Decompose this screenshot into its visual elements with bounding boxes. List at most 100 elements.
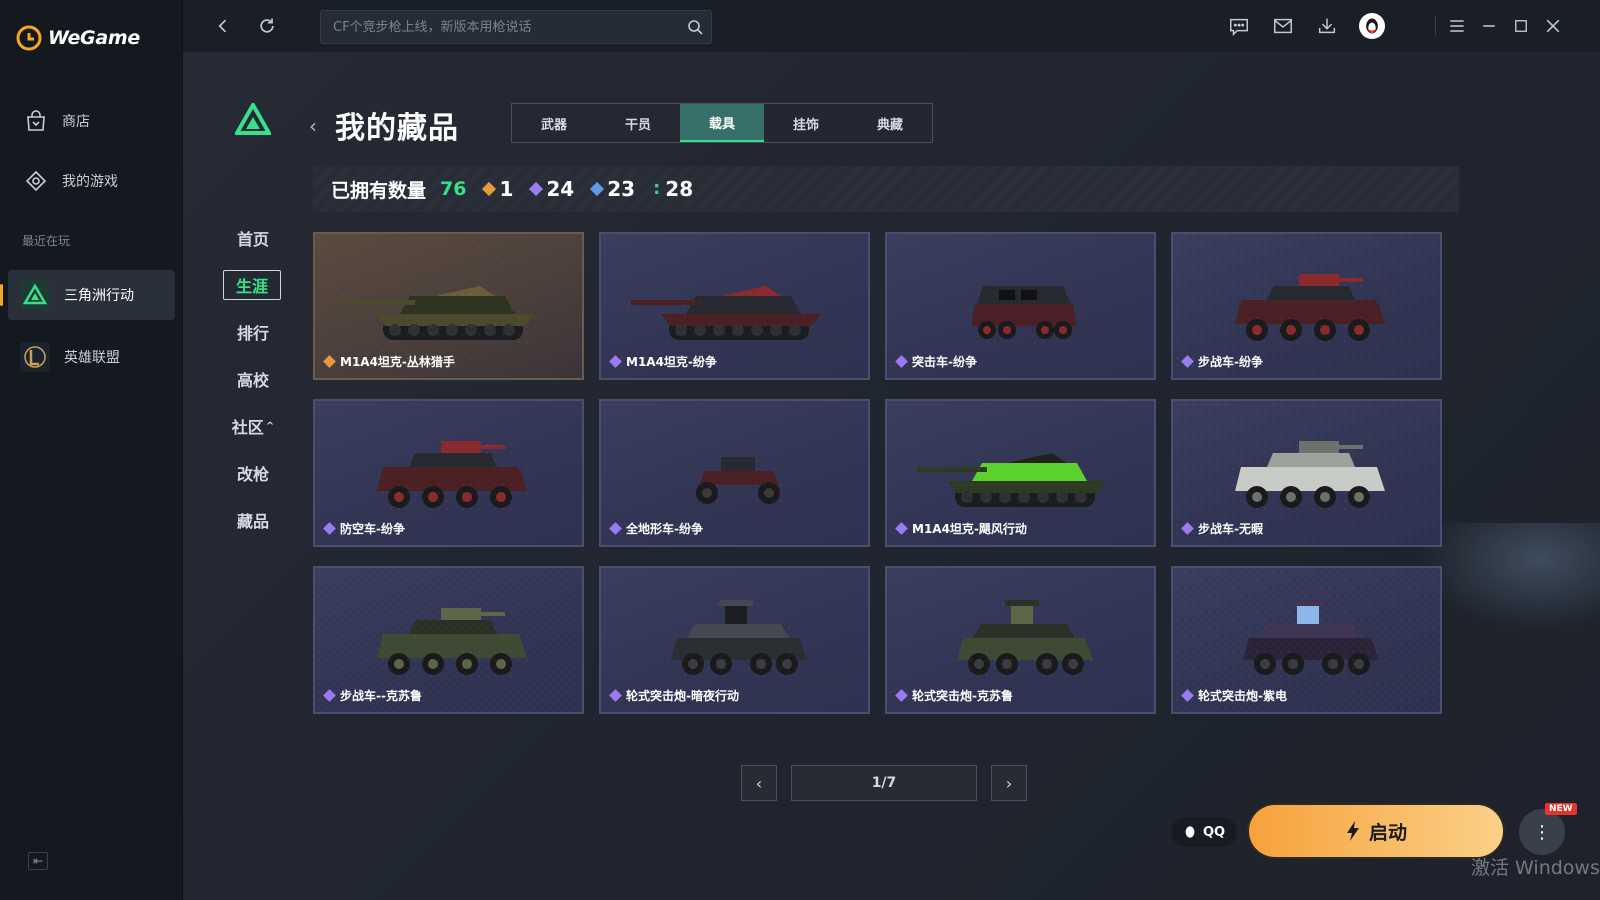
tier-count: 28 xyxy=(665,177,694,201)
search-bar[interactable] xyxy=(320,10,712,44)
sidebar-item-shop[interactable]: 商店 xyxy=(8,96,175,146)
sidebar-item-label: 我的游戏 xyxy=(62,174,118,190)
rarity-diamond-icon xyxy=(895,522,908,535)
maximize-icon[interactable] xyxy=(1509,14,1533,38)
tab-operators[interactable]: 干员 xyxy=(596,104,680,142)
tier-count: 24 xyxy=(546,177,575,201)
vehicle-card[interactable]: M1A4坦克-纷争 xyxy=(599,232,870,380)
wegame-window: WeGame 商店 我的游戏 最近在玩 三角洲行动 英雄联盟 ⇤ CF个竞步枪上… xyxy=(0,0,1600,900)
subnav-community-label: 社区 xyxy=(231,418,264,437)
page-indicator: 1/7 xyxy=(791,765,977,801)
sidebar-item-label: 三角洲行动 xyxy=(64,288,134,304)
vehicle-card[interactable]: 突击车-纷争 xyxy=(885,232,1156,380)
tier-green-count: :28 xyxy=(653,177,693,201)
wegame-logo[interactable]: WeGame xyxy=(16,22,140,54)
league-of-legends-icon xyxy=(20,342,50,372)
shop-bag-icon xyxy=(27,110,45,131)
vehicle-name-text: 轮式突击炮-紫电 xyxy=(1198,689,1287,703)
back-chevron-icon[interactable]: ‹ xyxy=(309,114,317,138)
lightning-icon xyxy=(1346,821,1359,841)
mail-icon[interactable] xyxy=(1271,14,1295,38)
prev-page-button[interactable]: ‹ xyxy=(741,765,777,801)
vehicle-name-text: 轮式突击炮-暗夜行动 xyxy=(626,689,739,703)
vehicle-name-text: M1A4坦克-纷争 xyxy=(626,355,717,369)
vehicle-card[interactable]: 轮式突击炮-克苏鲁 xyxy=(885,566,1156,714)
tier-purple-count: 24 xyxy=(529,177,575,201)
app-name: WeGame xyxy=(48,27,140,49)
next-page-button[interactable]: › xyxy=(991,765,1027,801)
rarity-diamond-icon xyxy=(1181,355,1194,368)
vehicle-name-text: M1A4坦克-丛林猎手 xyxy=(340,355,455,369)
collection-page: 首页 生涯 排行 高校 社区 ^ 改枪 藏品 ‹ 我的藏品 武器 干员 载具 挂饰… xyxy=(183,53,1600,900)
vehicle-name: M1A4坦克-飓风行动 xyxy=(895,520,1027,537)
vehicle-name-text: 步战车--克苏鲁 xyxy=(340,689,422,703)
close-icon[interactable] xyxy=(1541,14,1565,38)
vehicle-name-text: 防空车-纷争 xyxy=(340,522,405,536)
owned-count-label: 已拥有数量 xyxy=(331,179,427,202)
chat-icon[interactable] xyxy=(1227,14,1251,38)
rarity-diamond-icon xyxy=(609,522,622,535)
vehicle-card[interactable]: 步战车--克苏鲁 xyxy=(313,566,584,714)
page-title: 我的藏品 xyxy=(335,111,459,146)
vehicle-card[interactable]: M1A4坦克-飓风行动 xyxy=(885,399,1156,547)
download-icon[interactable] xyxy=(1315,14,1339,38)
subnav-gunsmith[interactable]: 改枪 xyxy=(223,458,283,488)
top-bar xyxy=(183,0,1600,53)
vehicle-name-text: 步战车-无暇 xyxy=(1198,522,1263,536)
vehicle-name: 轮式突击炮-紫电 xyxy=(1181,687,1287,704)
user-avatar[interactable] xyxy=(1359,13,1385,39)
search-input[interactable] xyxy=(333,19,683,35)
more-options-icon[interactable]: ⋮ xyxy=(1519,809,1565,855)
subnav-college[interactable]: 高校 xyxy=(223,364,283,394)
vehicle-card[interactable]: 步战车-无暇 xyxy=(1171,399,1442,547)
sidebar-item-lol[interactable]: 英雄联盟 xyxy=(8,332,175,382)
collapse-sidebar-icon[interactable]: ⇤ xyxy=(28,852,48,870)
rarity-diamond-icon xyxy=(323,522,336,535)
vehicle-card[interactable]: M1A4坦克-丛林猎手 xyxy=(313,232,584,380)
minimize-icon[interactable] xyxy=(1477,14,1501,38)
vehicle-card[interactable]: 轮式突击炮-紫电 xyxy=(1171,566,1442,714)
qq-penguin-icon xyxy=(1366,18,1378,34)
launch-button[interactable]: 启动 xyxy=(1249,805,1503,857)
vehicle-name-text: 步战车-纷争 xyxy=(1198,355,1263,369)
search-icon[interactable] xyxy=(687,19,703,35)
qq-penguin-icon xyxy=(1185,826,1195,838)
rarity-diamond-icon xyxy=(323,355,336,368)
tier-count: 1 xyxy=(499,177,514,201)
back-arrow-icon[interactable] xyxy=(211,14,235,38)
subnav-home[interactable]: 首页 xyxy=(223,223,283,253)
subnav-community[interactable]: 社区 ^ xyxy=(223,411,283,441)
rarity-diamond-icon xyxy=(323,689,336,702)
vehicle-card[interactable]: 轮式突击炮-暗夜行动 xyxy=(599,566,870,714)
vehicle-name: M1A4坦克-纷争 xyxy=(609,353,717,370)
tab-vehicles[interactable]: 载具 xyxy=(680,104,764,142)
vehicle-card[interactable]: 防空车-纷争 xyxy=(313,399,584,547)
sidebar: WeGame 商店 我的游戏 最近在玩 三角洲行动 英雄联盟 ⇤ xyxy=(0,0,183,900)
vehicle-name-text: M1A4坦克-飓风行动 xyxy=(912,522,1027,536)
refresh-icon[interactable] xyxy=(255,14,279,38)
wegame-logo-icon xyxy=(16,25,42,51)
subnav-career[interactable]: 生涯 xyxy=(223,270,281,300)
tab-charms[interactable]: 挂饰 xyxy=(764,104,848,142)
vehicle-name: 突击车-纷争 xyxy=(895,353,977,370)
gold-diamond-icon xyxy=(482,181,497,197)
tab-collection[interactable]: 典藏 xyxy=(848,104,932,142)
vehicle-card[interactable]: 步战车-纷争 xyxy=(1171,232,1442,380)
qq-login-button[interactable]: QQ xyxy=(1171,817,1237,847)
vehicle-card[interactable]: 全地形车-纷争 xyxy=(599,399,870,547)
rarity-diamond-icon xyxy=(1181,522,1194,535)
rarity-diamond-icon xyxy=(895,689,908,702)
tier-count: 23 xyxy=(607,177,636,201)
vehicle-name: 轮式突击炮-克苏鲁 xyxy=(895,687,1013,704)
subnav-ranking[interactable]: 排行 xyxy=(223,317,283,347)
sidebar-item-delta-force[interactable]: 三角洲行动 xyxy=(0,270,175,320)
sidebar-item-my-games[interactable]: 我的游戏 xyxy=(8,156,175,206)
menu-icon[interactable] xyxy=(1445,14,1469,38)
subnav-collection[interactable]: 藏品 xyxy=(223,505,283,535)
tab-weapons[interactable]: 武器 xyxy=(512,104,596,142)
chevron-up-icon: ^ xyxy=(265,420,275,432)
rarity-diamond-icon xyxy=(1181,689,1194,702)
windows-activation-watermark: 激活 Windows xyxy=(1471,857,1600,879)
delta-force-icon xyxy=(20,280,50,310)
sidebar-item-label: 商店 xyxy=(62,114,90,130)
